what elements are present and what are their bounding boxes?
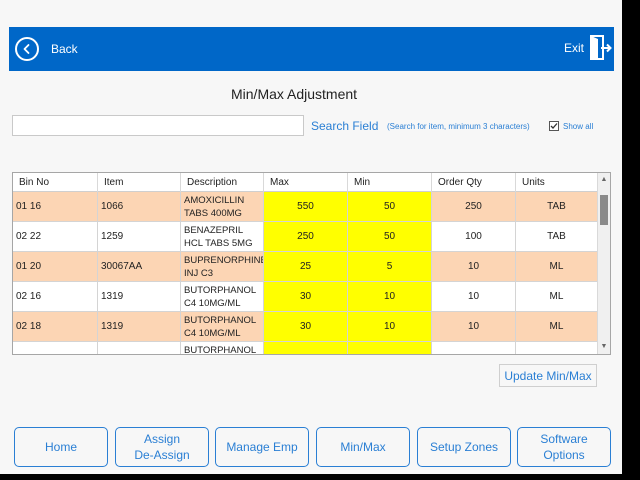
min-cell[interactable]: 50: [348, 192, 432, 221]
column-header-bin-no[interactable]: Bin No: [13, 173, 98, 192]
description-cell: BENAZEPRIL HCL TABS 5MG: [181, 222, 264, 251]
units-cell: TAB: [516, 222, 598, 251]
item-cell: 1319: [98, 312, 181, 341]
assign-label: Assign: [143, 432, 180, 446]
max-cell[interactable]: 30: [264, 312, 348, 341]
bin-cell: 02 16: [13, 282, 98, 311]
units-cell: ML: [516, 252, 598, 281]
order-qty-cell: 250: [432, 192, 516, 221]
item-cell: [98, 342, 181, 354]
minmax-nav-button[interactable]: Min/Max: [316, 427, 410, 467]
item-cell: 1319: [98, 282, 181, 311]
bin-cell: 01 16: [13, 192, 98, 221]
units-cell: ML: [516, 282, 598, 311]
order-qty-cell: 10: [432, 312, 516, 341]
setup-zones-button[interactable]: Setup Zones: [417, 427, 511, 467]
description-cell: BUTORPHANOL C4 10MG/ML: [181, 312, 264, 341]
exit-label: Exit: [563, 41, 584, 55]
max-cell[interactable]: 30: [264, 282, 348, 311]
column-header-units[interactable]: Units: [516, 173, 598, 192]
table-row[interactable]: 02 16 1319 BUTORPHANOL C4 10MG/ML 30 10 …: [13, 282, 598, 312]
grid-body: 01 16 1066 AMOXICILLIN TABS 400MG 550 50…: [13, 192, 598, 354]
table-row[interactable]: BUTORPHANOL: [13, 342, 598, 354]
home-button[interactable]: Home: [14, 427, 108, 467]
page-title: Min/Max Adjustment: [231, 86, 358, 102]
exit-button[interactable]: Exit: [564, 33, 612, 63]
show-all-checkbox[interactable]: Show all: [549, 121, 593, 131]
description-cell: AMOXICILLIN TABS 400MG: [181, 192, 264, 221]
units-cell: TAB: [516, 192, 598, 221]
show-all-label: Show all: [563, 121, 594, 131]
bin-cell: 02 22: [13, 222, 98, 251]
item-cell: 1066: [98, 192, 181, 221]
column-header-min[interactable]: Min: [348, 173, 432, 192]
bin-cell: 02 18: [13, 312, 98, 341]
min-cell[interactable]: [348, 342, 432, 354]
manage-emp-button[interactable]: Manage Emp: [215, 427, 309, 467]
search-hint: (Search for item, minimum 3 characters): [387, 122, 530, 131]
order-qty-cell: 100: [432, 222, 516, 251]
min-cell[interactable]: 10: [348, 312, 432, 341]
grid-header: Bin No Item Description Max Min Order Qt…: [13, 173, 598, 192]
column-header-max[interactable]: Max: [264, 173, 348, 192]
max-cell[interactable]: [264, 342, 348, 354]
column-header-description[interactable]: Description: [181, 173, 264, 192]
back-label: Back: [51, 42, 78, 56]
column-header-item[interactable]: Item: [98, 173, 181, 192]
bin-cell: [13, 342, 98, 354]
app-window: Back Exit Min/Max Adjustment Search Fiel…: [0, 0, 622, 474]
checkmark-icon: [549, 121, 559, 131]
exit-door-icon: [590, 35, 612, 61]
minmax-grid: Bin No Item Description Max Min Order Qt…: [12, 172, 611, 355]
order-qty-cell: 10: [432, 252, 516, 281]
item-cell: 1259: [98, 222, 181, 251]
scroll-up-icon[interactable]: ▲: [598, 173, 610, 187]
search-input[interactable]: [12, 115, 304, 136]
item-cell: 30067AA: [98, 252, 181, 281]
assign-deassign-label: Assign De-Assign: [134, 431, 189, 463]
min-cell[interactable]: 10: [348, 282, 432, 311]
column-header-order-qty[interactable]: Order Qty: [432, 173, 516, 192]
max-cell[interactable]: 550: [264, 192, 348, 221]
min-cell[interactable]: 50: [348, 222, 432, 251]
description-cell: BUTORPHANOL C4 10MG/ML: [181, 282, 264, 311]
min-cell[interactable]: 5: [348, 252, 432, 281]
header-bar: Back Exit: [9, 27, 614, 71]
table-row[interactable]: 01 20 30067AA BUPRENORPHINE INJ C3 25 5 …: [13, 252, 598, 282]
description-cell: BUPRENORPHINE INJ C3: [181, 252, 264, 281]
grid-scrollbar[interactable]: ▲ ▼: [597, 173, 610, 354]
back-button[interactable]: Back: [15, 35, 78, 63]
search-field-label: Search Field: [311, 119, 379, 133]
max-cell[interactable]: 25: [264, 252, 348, 281]
update-minmax-button[interactable]: Update Min/Max: [499, 364, 597, 387]
description-cell: BUTORPHANOL: [181, 342, 264, 354]
bin-cell: 01 20: [13, 252, 98, 281]
order-qty-cell: [432, 342, 516, 354]
units-cell: [516, 342, 598, 354]
max-cell[interactable]: 250: [264, 222, 348, 251]
scroll-down-icon[interactable]: ▼: [598, 340, 610, 354]
table-row[interactable]: 01 16 1066 AMOXICILLIN TABS 400MG 550 50…: [13, 192, 598, 222]
scroll-thumb[interactable]: [600, 195, 608, 225]
order-qty-cell: 10: [432, 282, 516, 311]
units-cell: ML: [516, 312, 598, 341]
deassign-label: De-Assign: [134, 448, 190, 462]
table-row[interactable]: 02 18 1319 BUTORPHANOL C4 10MG/ML 30 10 …: [13, 312, 598, 342]
software-options-button[interactable]: Software Options: [517, 427, 611, 467]
back-arrow-icon: [15, 37, 39, 61]
table-row[interactable]: 02 22 1259 BENAZEPRIL HCL TABS 5MG 250 5…: [13, 222, 598, 252]
assign-deassign-button[interactable]: Assign De-Assign: [115, 427, 209, 467]
